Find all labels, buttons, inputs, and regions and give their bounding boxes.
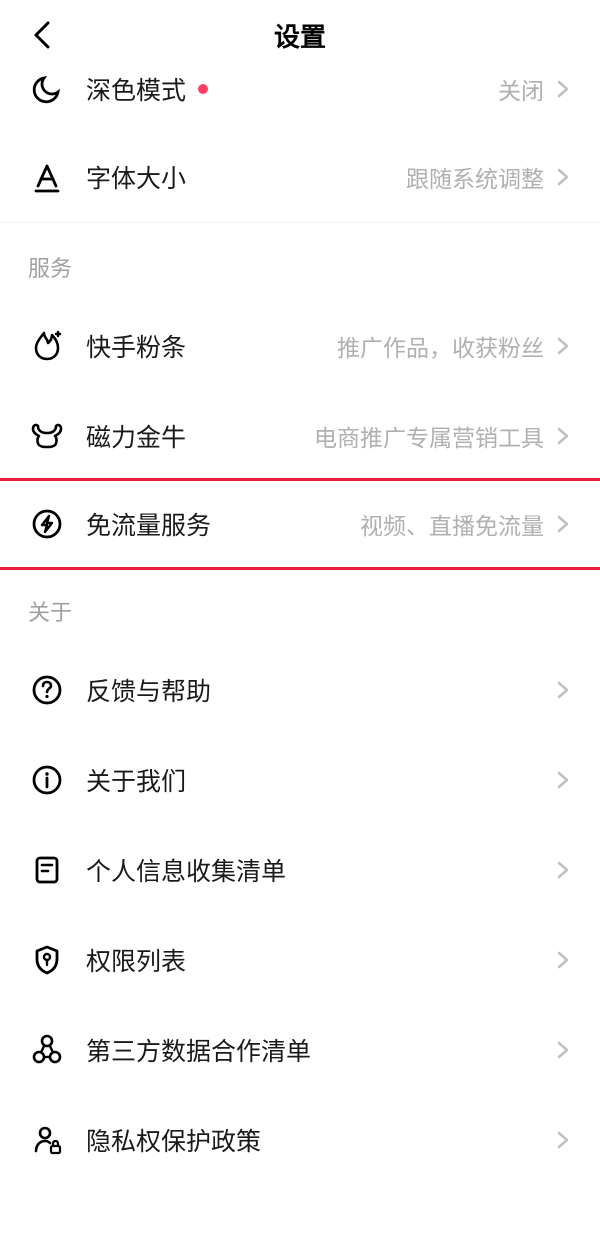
settings-item-feedback[interactable]: 反馈与帮助 bbox=[0, 645, 600, 735]
fire-icon bbox=[28, 327, 66, 365]
nodes-icon bbox=[28, 1031, 66, 1069]
permissions-label: 权限列表 bbox=[86, 942, 186, 978]
promotion-label: 快手粉条 bbox=[86, 328, 186, 364]
chevron-right-icon bbox=[554, 80, 572, 98]
ecommerce-value: 电商推广专属营销工具 bbox=[314, 419, 544, 453]
chevron-right-icon bbox=[554, 337, 572, 355]
promotion-value: 推广作品，收获粉丝 bbox=[337, 329, 544, 363]
data-free-value: 视频、直播免流量 bbox=[360, 507, 544, 541]
settings-item-data-free[interactable]: 免流量服务 视频、直播免流量 bbox=[0, 478, 600, 570]
chevron-right-icon bbox=[554, 515, 572, 533]
data-free-label: 免流量服务 bbox=[86, 506, 211, 542]
back-button[interactable] bbox=[28, 21, 56, 49]
dark-mode-label: 深色模式 bbox=[86, 71, 186, 107]
chevron-right-icon bbox=[554, 1041, 572, 1059]
settings-item-privacy[interactable]: 隐私权保护政策 bbox=[0, 1095, 600, 1185]
about-us-label: 关于我们 bbox=[86, 762, 186, 798]
personal-info-label: 个人信息收集清单 bbox=[86, 852, 286, 888]
ecommerce-label: 磁力金牛 bbox=[86, 418, 186, 454]
settings-item-permissions[interactable]: 权限列表 bbox=[0, 915, 600, 1005]
user-lock-icon bbox=[28, 1121, 66, 1159]
page-title: 设置 bbox=[24, 17, 576, 54]
font-size-label: 字体大小 bbox=[86, 159, 186, 195]
settings-item-about-us[interactable]: 关于我们 bbox=[0, 735, 600, 825]
font-icon bbox=[28, 158, 66, 196]
bull-icon bbox=[28, 417, 66, 455]
settings-item-third-party[interactable]: 第三方数据合作清单 bbox=[0, 1005, 600, 1095]
shield-key-icon bbox=[28, 941, 66, 979]
chevron-right-icon bbox=[554, 1131, 572, 1149]
privacy-label: 隐私权保护政策 bbox=[86, 1122, 261, 1158]
font-size-value: 跟随系统调整 bbox=[406, 160, 544, 194]
settings-item-promotion[interactable]: 快手粉条 推广作品，收获粉丝 bbox=[0, 301, 600, 391]
chevron-right-icon bbox=[554, 168, 572, 186]
section-header-about: 关于 bbox=[0, 567, 600, 645]
question-circle-icon bbox=[28, 671, 66, 709]
chevron-right-icon bbox=[554, 951, 572, 969]
chevron-right-icon bbox=[554, 861, 572, 879]
moon-icon bbox=[28, 70, 66, 108]
chevron-right-icon bbox=[554, 681, 572, 699]
back-icon bbox=[32, 20, 52, 50]
chevron-right-icon bbox=[554, 771, 572, 789]
settings-item-ecommerce[interactable]: 磁力金牛 电商推广专属营销工具 bbox=[0, 391, 600, 481]
section-header-services: 服务 bbox=[0, 223, 600, 301]
header: 设置 bbox=[0, 0, 600, 70]
dark-mode-value: 关闭 bbox=[498, 72, 544, 106]
chevron-right-icon bbox=[554, 427, 572, 445]
settings-item-dark-mode[interactable]: 深色模式 关闭 bbox=[0, 70, 600, 132]
info-circle-icon bbox=[28, 761, 66, 799]
feedback-label: 反馈与帮助 bbox=[86, 672, 211, 708]
new-badge-dot bbox=[198, 84, 208, 94]
document-icon bbox=[28, 851, 66, 889]
third-party-label: 第三方数据合作清单 bbox=[86, 1032, 311, 1068]
settings-item-font-size[interactable]: 字体大小 跟随系统调整 bbox=[0, 132, 600, 222]
settings-item-personal-info[interactable]: 个人信息收集清单 bbox=[0, 825, 600, 915]
bolt-circle-icon bbox=[28, 505, 66, 543]
